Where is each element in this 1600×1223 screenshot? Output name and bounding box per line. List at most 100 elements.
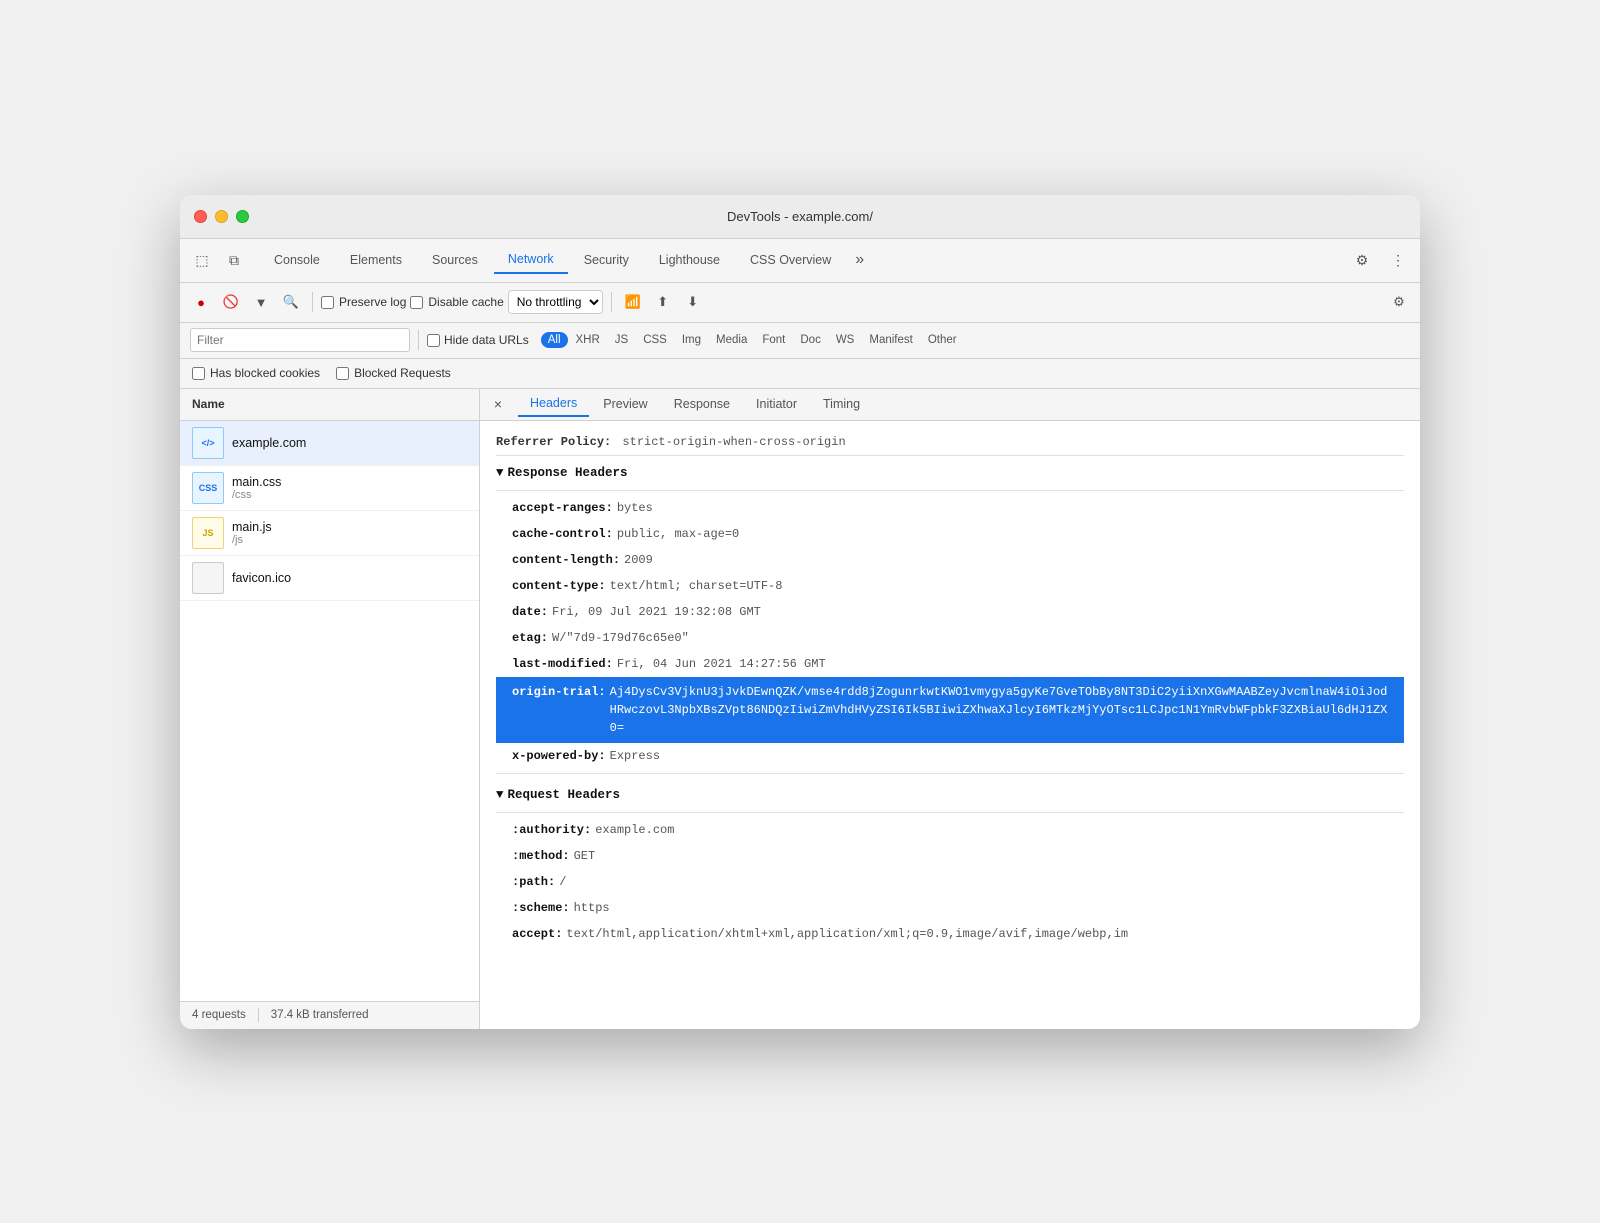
network-settings-icon[interactable]: ⚙ (1386, 289, 1412, 315)
filter-bar: Hide data URLs All XHR JS CSS Img Media … (180, 323, 1420, 359)
tab-sources[interactable]: Sources (418, 247, 492, 273)
dock-icon[interactable]: ⧉ (220, 246, 248, 274)
file-name-wrap-css: main.css /css (232, 475, 281, 501)
separator-1 (312, 292, 313, 312)
header-x-powered-by: x-powered-by: Express (496, 743, 1404, 769)
tabbar-icons: ⬚ ⧉ (188, 246, 248, 274)
file-list: </> example.com CSS main.css /css JS mai… (180, 421, 479, 1001)
file-icon-js: JS (192, 517, 224, 549)
close-button[interactable] (194, 210, 207, 223)
filter-input-wrap (190, 328, 410, 352)
stop-recording-button[interactable]: 🚫 (218, 289, 244, 315)
wifi-icon[interactable]: 📶 (620, 289, 646, 315)
file-item-main-css[interactable]: CSS main.css /css (180, 466, 479, 511)
filter-other-button[interactable]: Other (921, 332, 964, 348)
maximize-button[interactable] (236, 210, 249, 223)
header-value-scheme: https (574, 899, 610, 917)
response-headers-title: ▼ Response Headers (496, 456, 1404, 486)
tab-elements[interactable]: Elements (336, 247, 416, 273)
header-value-path: / (559, 873, 566, 891)
disable-cache-checkbox[interactable] (410, 296, 423, 309)
tab-initiator[interactable]: Initiator (744, 392, 809, 416)
tab-headers[interactable]: Headers (518, 391, 589, 417)
main-tabbar: ⬚ ⧉ Console Elements Sources Network Sec… (180, 239, 1420, 283)
filter-manifest-button[interactable]: Manifest (862, 332, 919, 348)
headers-close-button[interactable]: × (488, 394, 508, 414)
hide-data-urls-checkbox[interactable] (427, 334, 440, 347)
filter-doc-button[interactable]: Doc (793, 332, 827, 348)
devtools-window: DevTools - example.com/ ⬚ ⧉ Console Elem… (180, 195, 1420, 1029)
minimize-button[interactable] (215, 210, 228, 223)
headers-content: Referrer Policy: strict-origin-when-cros… (480, 421, 1420, 1029)
disable-cache-label[interactable]: Disable cache (410, 295, 503, 309)
tab-console[interactable]: Console (260, 247, 334, 273)
headers-tabs: × Headers Preview Response Initiator Tim… (480, 389, 1420, 421)
filter-media-button[interactable]: Media (709, 332, 754, 348)
filter-ws-button[interactable]: WS (829, 332, 862, 348)
file-item-example-com[interactable]: </> example.com (180, 421, 479, 466)
header-method: :method: GET (496, 843, 1404, 869)
tab-css-overview[interactable]: CSS Overview (736, 247, 845, 273)
header-value-x-powered-by: Express (610, 747, 660, 765)
upload-icon[interactable]: ⬆ (650, 289, 676, 315)
cookie-bar: Has blocked cookies Blocked Requests (180, 359, 1420, 389)
cursor-icon[interactable]: ⬚ (188, 246, 216, 274)
toolbar-right: ⚙ (1386, 289, 1412, 315)
preserve-log-checkbox[interactable] (321, 296, 334, 309)
more-options-icon[interactable]: ⋮ (1384, 246, 1412, 274)
header-value-cache-control: public, max-age=0 (617, 525, 739, 543)
header-scheme: :scheme: https (496, 895, 1404, 921)
throttle-select[interactable]: No throttling Fast 3G Slow 3G Offline (508, 290, 603, 314)
blocked-requests-label[interactable]: Blocked Requests (336, 366, 451, 380)
status-bar: 4 requests 37.4 kB transferred (180, 1001, 479, 1029)
filter-img-button[interactable]: Img (675, 332, 708, 348)
search-icon[interactable]: 🔍 (278, 289, 304, 315)
file-item-main-js[interactable]: JS main.js /js (180, 511, 479, 556)
header-value-accept-ranges: bytes (617, 499, 653, 517)
header-value-date: Fri, 09 Jul 2021 19:32:08 GMT (552, 603, 761, 621)
header-path: :path: / (496, 869, 1404, 895)
blocked-requests-checkbox[interactable] (336, 367, 349, 380)
file-list-header: Name (180, 389, 479, 421)
tabbar-right-controls: ⚙ ⋮ (1348, 246, 1412, 274)
file-name: example.com (232, 436, 306, 450)
header-value-etag: W/"7d9-179d76c65e0" (552, 629, 689, 647)
hide-data-urls-label[interactable]: Hide data URLs (427, 333, 529, 347)
preserve-log-label[interactable]: Preserve log (321, 295, 406, 309)
tab-security[interactable]: Security (570, 247, 643, 273)
file-icon-html: </> (192, 427, 224, 459)
has-blocked-cookies-label[interactable]: Has blocked cookies (192, 366, 320, 380)
more-tabs-button[interactable]: » (847, 247, 872, 273)
header-value-accept: text/html,application/xhtml+xml,applicat… (566, 925, 1128, 943)
tab-preview[interactable]: Preview (591, 392, 659, 416)
header-name-accept: accept: (512, 925, 562, 943)
header-name-content-length: content-length: (512, 551, 620, 569)
file-item-favicon[interactable]: favicon.ico (180, 556, 479, 601)
filter-css-button[interactable]: CSS (636, 332, 674, 348)
tab-list: Console Elements Sources Network Securit… (260, 246, 1348, 274)
filter-all-button[interactable]: All (541, 332, 568, 348)
filter-icon[interactable]: ▼ (248, 289, 274, 315)
header-value-authority: example.com (595, 821, 674, 839)
header-last-modified: last-modified: Fri, 04 Jun 2021 14:27:56… (496, 651, 1404, 677)
tab-response[interactable]: Response (662, 392, 742, 416)
download-icon[interactable]: ⬇ (680, 289, 706, 315)
header-authority: :authority: example.com (496, 817, 1404, 843)
tab-lighthouse[interactable]: Lighthouse (645, 247, 734, 273)
transfer-size: 37.4 kB transferred (271, 1009, 369, 1021)
referrer-policy-name: Referrer Policy: (496, 435, 611, 449)
header-origin-trial: origin-trial: Aj4DysCv3VjknU3jJvkDEwnQZK… (496, 677, 1404, 743)
headers-panel: × Headers Preview Response Initiator Tim… (480, 389, 1420, 1029)
referrer-policy-row: Referrer Policy: strict-origin-when-cros… (496, 429, 1404, 456)
record-button[interactable]: ● (188, 289, 214, 315)
tab-timing[interactable]: Timing (811, 392, 872, 416)
header-name-origin-trial: origin-trial: (512, 683, 606, 701)
file-name-css: main.css (232, 475, 281, 489)
filter-font-button[interactable]: Font (755, 332, 792, 348)
filter-input[interactable] (197, 333, 403, 347)
filter-xhr-button[interactable]: XHR (569, 332, 607, 348)
has-blocked-cookies-checkbox[interactable] (192, 367, 205, 380)
tab-network[interactable]: Network (494, 246, 568, 274)
settings-icon[interactable]: ⚙ (1348, 246, 1376, 274)
filter-js-button[interactable]: JS (608, 332, 635, 348)
